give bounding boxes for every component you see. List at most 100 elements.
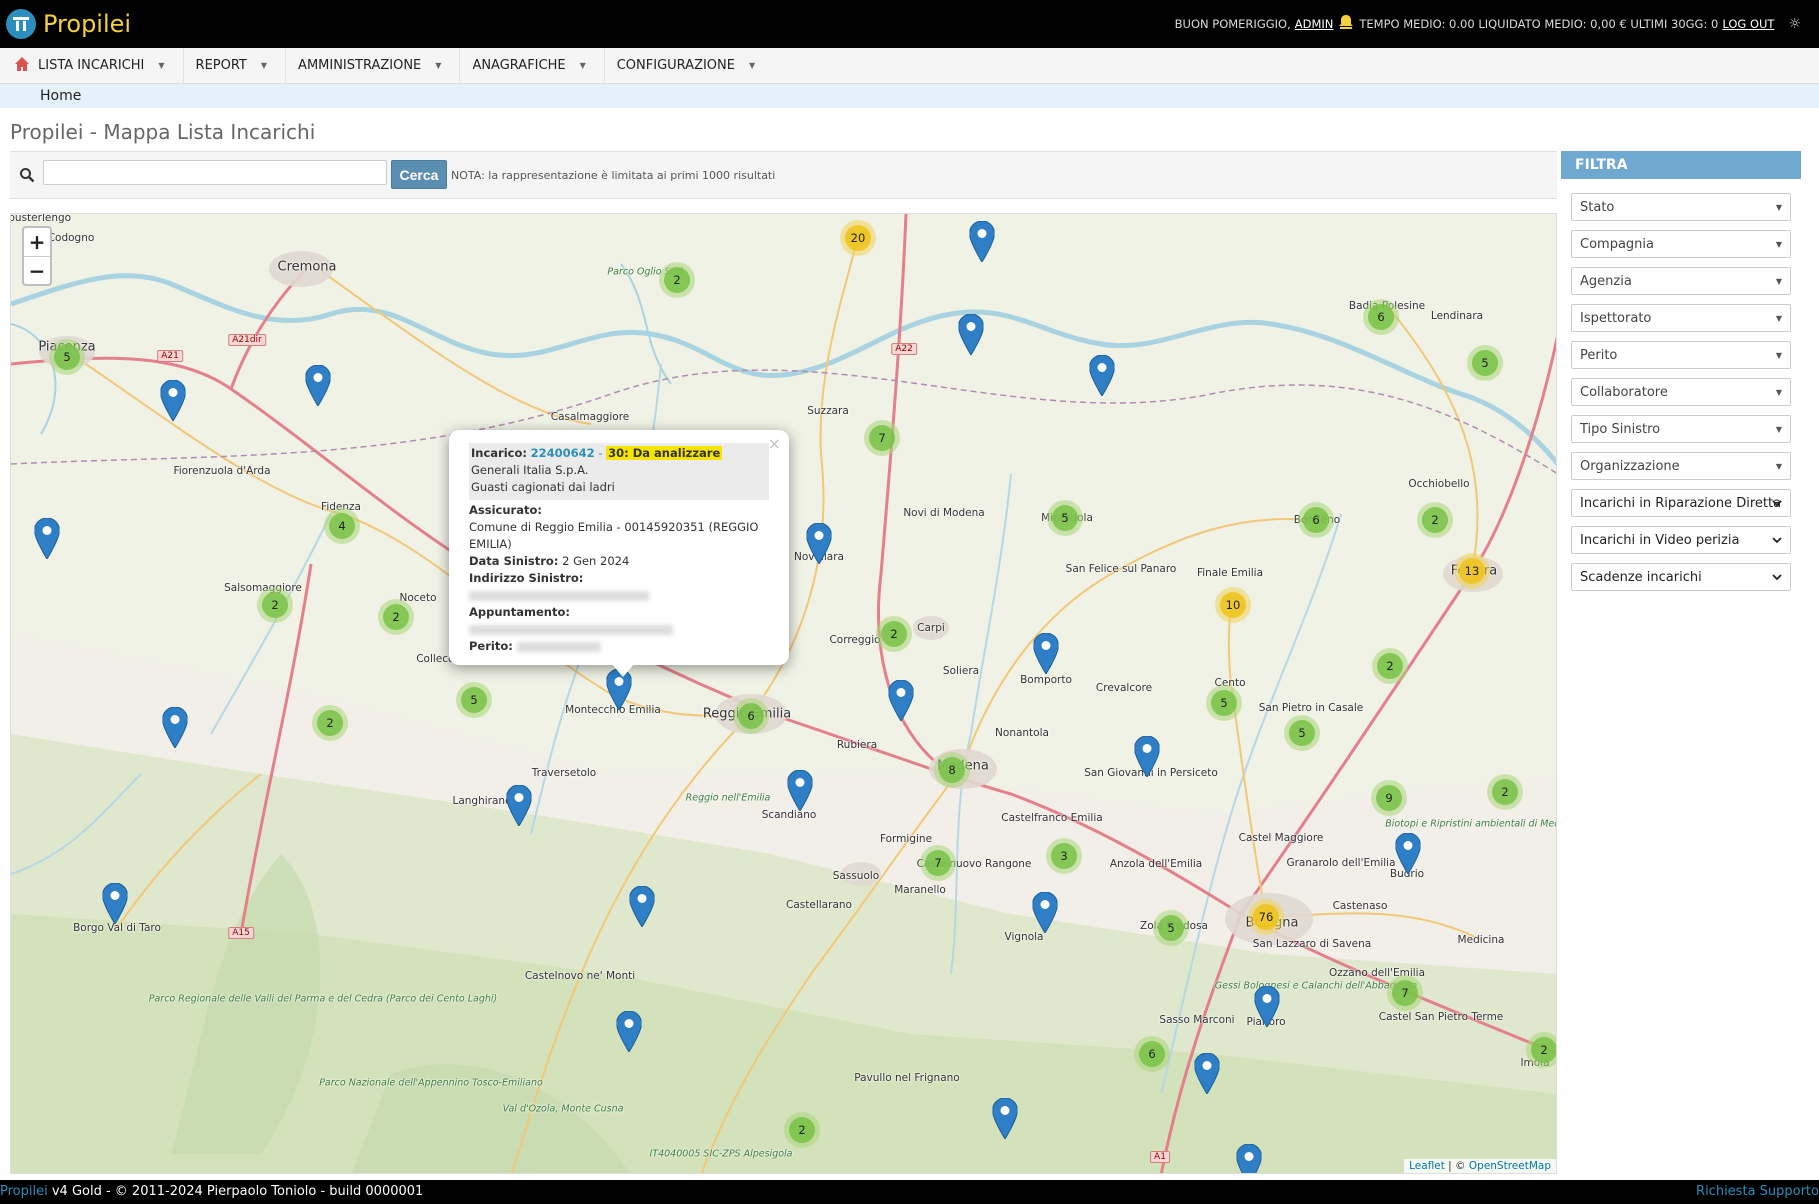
menu-label: CONFIGURAZIONE: [616, 58, 735, 73]
support-link[interactable]: Richiesta Supporto: [1696, 1184, 1819, 1199]
map-place-label: Novi di Modena: [903, 507, 985, 519]
marker-cluster[interactable]: 2: [659, 262, 695, 298]
map-marker-icon[interactable]: [786, 769, 814, 812]
map-marker-icon[interactable]: [304, 364, 332, 407]
incarico-id-link[interactable]: 22400642: [531, 446, 595, 460]
map-place-label: Correggio: [829, 634, 881, 646]
map-marker-icon[interactable]: [1235, 1143, 1263, 1173]
marker-cluster[interactable]: 6: [1134, 1036, 1170, 1072]
marker-cluster[interactable]: 10: [1215, 587, 1251, 623]
filter-select[interactable]: Collaboratore ▼: [1571, 378, 1791, 406]
marker-cluster[interactable]: 13: [1454, 553, 1490, 589]
marker-cluster[interactable]: 9: [1371, 780, 1407, 816]
breadcrumb-home[interactable]: Home: [40, 88, 81, 104]
menu-anagrafiche[interactable]: ANAGRAFICHE ▼: [459, 47, 603, 84]
marker-cluster[interactable]: 4: [324, 508, 360, 544]
zoom-in-button[interactable]: +: [24, 228, 50, 256]
notification-bell-icon[interactable]: [1337, 14, 1355, 34]
map-marker-icon[interactable]: [1253, 985, 1281, 1028]
map-marker-icon[interactable]: [33, 517, 61, 560]
map-marker-icon[interactable]: [101, 882, 129, 925]
app-logo[interactable]: Propilei: [6, 9, 131, 39]
map-marker-icon[interactable]: [957, 313, 985, 356]
caret-down-icon: ▼: [748, 61, 756, 70]
theme-toggle-icon[interactable]: ☼: [1788, 16, 1801, 32]
menu-lista-incarichi[interactable]: LISTA INCARICHI ▼: [0, 48, 183, 84]
search-button[interactable]: Cerca: [391, 160, 447, 189]
marker-cluster[interactable]: 2: [312, 705, 348, 741]
incarico-stato: 30: Da analizzare: [606, 446, 723, 460]
map-marker-icon[interactable]: [1031, 891, 1059, 934]
map-marker-icon[interactable]: [1394, 832, 1422, 875]
map-marker-icon[interactable]: [1193, 1052, 1221, 1095]
caret-down-icon: ▼: [1775, 462, 1782, 471]
marker-cluster[interactable]: 5: [1284, 715, 1320, 751]
filter-select[interactable]: Tipo Sinistro ▼: [1571, 415, 1791, 443]
popup-tip: [611, 663, 635, 677]
map-marker-icon[interactable]: [615, 1010, 643, 1053]
marker-cluster[interactable]: 2: [784, 1112, 820, 1148]
marker-cluster[interactable]: 5: [1153, 910, 1189, 946]
filter-select[interactable]: Ispettorato ▼: [1571, 304, 1791, 332]
marker-cluster[interactable]: 6: [1298, 502, 1334, 538]
map-view[interactable]: CremonaCodognoalpusterlengoPiacenzaA21di…: [10, 213, 1557, 1174]
map-marker-icon[interactable]: [887, 679, 915, 722]
close-icon[interactable]: ×: [768, 434, 781, 453]
marker-cluster[interactable]: 6: [1363, 299, 1399, 335]
marker-cluster[interactable]: 6: [733, 698, 769, 734]
search-input[interactable]: [43, 160, 387, 185]
osm-link[interactable]: OpenStreetMap: [1469, 1160, 1551, 1172]
marker-cluster[interactable]: 2: [257, 587, 293, 623]
map-place-label: Bomporto: [1020, 674, 1072, 686]
cluster-count: 6: [738, 703, 764, 729]
map-marker-icon[interactable]: [505, 784, 533, 827]
filter-select[interactable]: Compagnia ▼: [1571, 230, 1791, 258]
map-marker-icon[interactable]: [991, 1097, 1019, 1140]
marker-cluster[interactable]: 7: [920, 845, 956, 881]
leaflet-link[interactable]: Leaflet: [1409, 1160, 1445, 1172]
filter-select[interactable]: Incarichi in Video perizia: [1571, 526, 1791, 554]
marker-cluster[interactable]: 2: [378, 599, 414, 635]
menu-report[interactable]: REPORT ▼: [182, 47, 286, 84]
user-link[interactable]: ADMIN: [1295, 17, 1334, 31]
map-marker-icon[interactable]: [805, 522, 833, 565]
footer-brand[interactable]: Propilei: [0, 1184, 48, 1199]
caret-down-icon: ▼: [1775, 388, 1782, 397]
marker-cluster[interactable]: 5: [1047, 500, 1083, 536]
marker-cluster[interactable]: 2: [1372, 648, 1408, 684]
marker-cluster[interactable]: 7: [1387, 975, 1423, 1011]
marker-cluster[interactable]: 2: [1417, 502, 1453, 538]
filter-select[interactable]: Stato ▼: [1571, 193, 1791, 221]
map-marker-icon[interactable]: [161, 706, 189, 749]
marker-cluster[interactable]: 2: [876, 616, 912, 652]
marker-cluster[interactable]: 5: [1467, 345, 1503, 381]
marker-cluster[interactable]: 76: [1248, 899, 1284, 935]
marker-cluster[interactable]: 20: [840, 220, 876, 256]
marker-cluster[interactable]: 2: [1526, 1032, 1556, 1068]
zoom-out-button[interactable]: −: [24, 256, 50, 284]
map-marker-icon[interactable]: [968, 220, 996, 263]
marker-cluster[interactable]: 8: [934, 752, 970, 788]
menu-amministrazione[interactable]: AMMINISTRAZIONE ▼: [285, 47, 459, 84]
map-marker-icon[interactable]: [1032, 632, 1060, 675]
map-place-label: Codogno: [47, 232, 95, 244]
menu-configurazione[interactable]: CONFIGURAZIONE ▼: [603, 47, 773, 84]
marker-cluster[interactable]: 7: [864, 420, 900, 456]
logout-link[interactable]: LOG OUT: [1722, 17, 1774, 31]
filter-select[interactable]: Organizzazione ▼: [1571, 452, 1791, 480]
marker-cluster[interactable]: 5: [49, 339, 85, 375]
filter-select[interactable]: Scadenze incarichi: [1571, 563, 1791, 591]
map-marker-icon[interactable]: [628, 885, 656, 928]
map-marker-icon[interactable]: [1133, 735, 1161, 778]
map-marker-icon[interactable]: [1088, 354, 1116, 397]
map-place-label: Castel San Pietro Terme: [1378, 1011, 1504, 1023]
marker-cluster[interactable]: 2: [1487, 774, 1523, 810]
map-marker-icon[interactable]: [159, 379, 187, 422]
filter-select[interactable]: Perito ▼: [1571, 341, 1791, 369]
filter-select[interactable]: Agenzia ▼: [1571, 267, 1791, 295]
marker-cluster[interactable]: 5: [1206, 685, 1242, 721]
map-place-label: Granarolo dell'Emilia: [1286, 857, 1396, 869]
filter-select[interactable]: Incarichi in Riparazione Diretta: [1571, 489, 1791, 517]
marker-cluster[interactable]: 3: [1046, 838, 1082, 874]
marker-cluster[interactable]: 5: [456, 682, 492, 718]
